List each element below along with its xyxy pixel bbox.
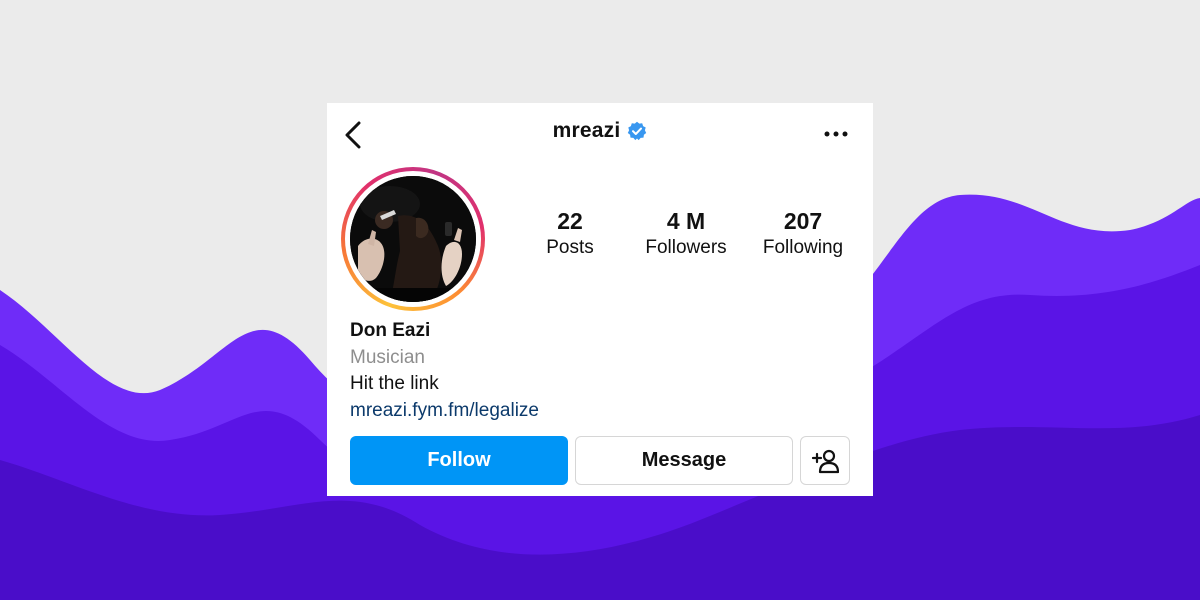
bio-text: Hit the link	[350, 373, 439, 394]
add-user-button[interactable]	[800, 436, 850, 485]
username: mreazi	[552, 119, 621, 142]
message-button[interactable]: Message	[575, 436, 793, 485]
stat-posts[interactable]: 22 Posts	[527, 207, 613, 261]
story-ring[interactable]	[341, 167, 485, 311]
profile-bio: Don Eazi Musician Hit the link mreazi.fy…	[350, 317, 539, 424]
stat-followers[interactable]: 4 M Followers	[634, 207, 738, 261]
category-label: Musician	[350, 347, 425, 368]
profile-card: mreazi 22 Posts 4 M Followers 207 Follow…	[327, 103, 873, 496]
more-horizontal-icon	[824, 131, 848, 137]
stat-following[interactable]: 207 Following	[752, 207, 854, 261]
verified-badge-icon	[627, 121, 647, 141]
posts-count: 22	[557, 208, 583, 234]
profile-header: mreazi	[327, 103, 873, 165]
profile-photo	[350, 176, 476, 302]
following-count: 207	[783, 208, 823, 234]
username-title: mreazi	[327, 119, 873, 143]
bio-link[interactable]: mreazi.fym.fm/legalize	[350, 397, 539, 424]
add-user-icon	[811, 449, 839, 473]
display-name: Don Eazi	[350, 320, 431, 341]
follow-button[interactable]: Follow	[350, 436, 568, 485]
following-label: Following	[762, 237, 844, 258]
posts-label: Posts	[546, 237, 594, 258]
followers-label: Followers	[645, 237, 727, 258]
followers-count: 4 M	[666, 208, 706, 234]
avatar	[350, 176, 476, 302]
more-options-button[interactable]	[821, 121, 851, 147]
